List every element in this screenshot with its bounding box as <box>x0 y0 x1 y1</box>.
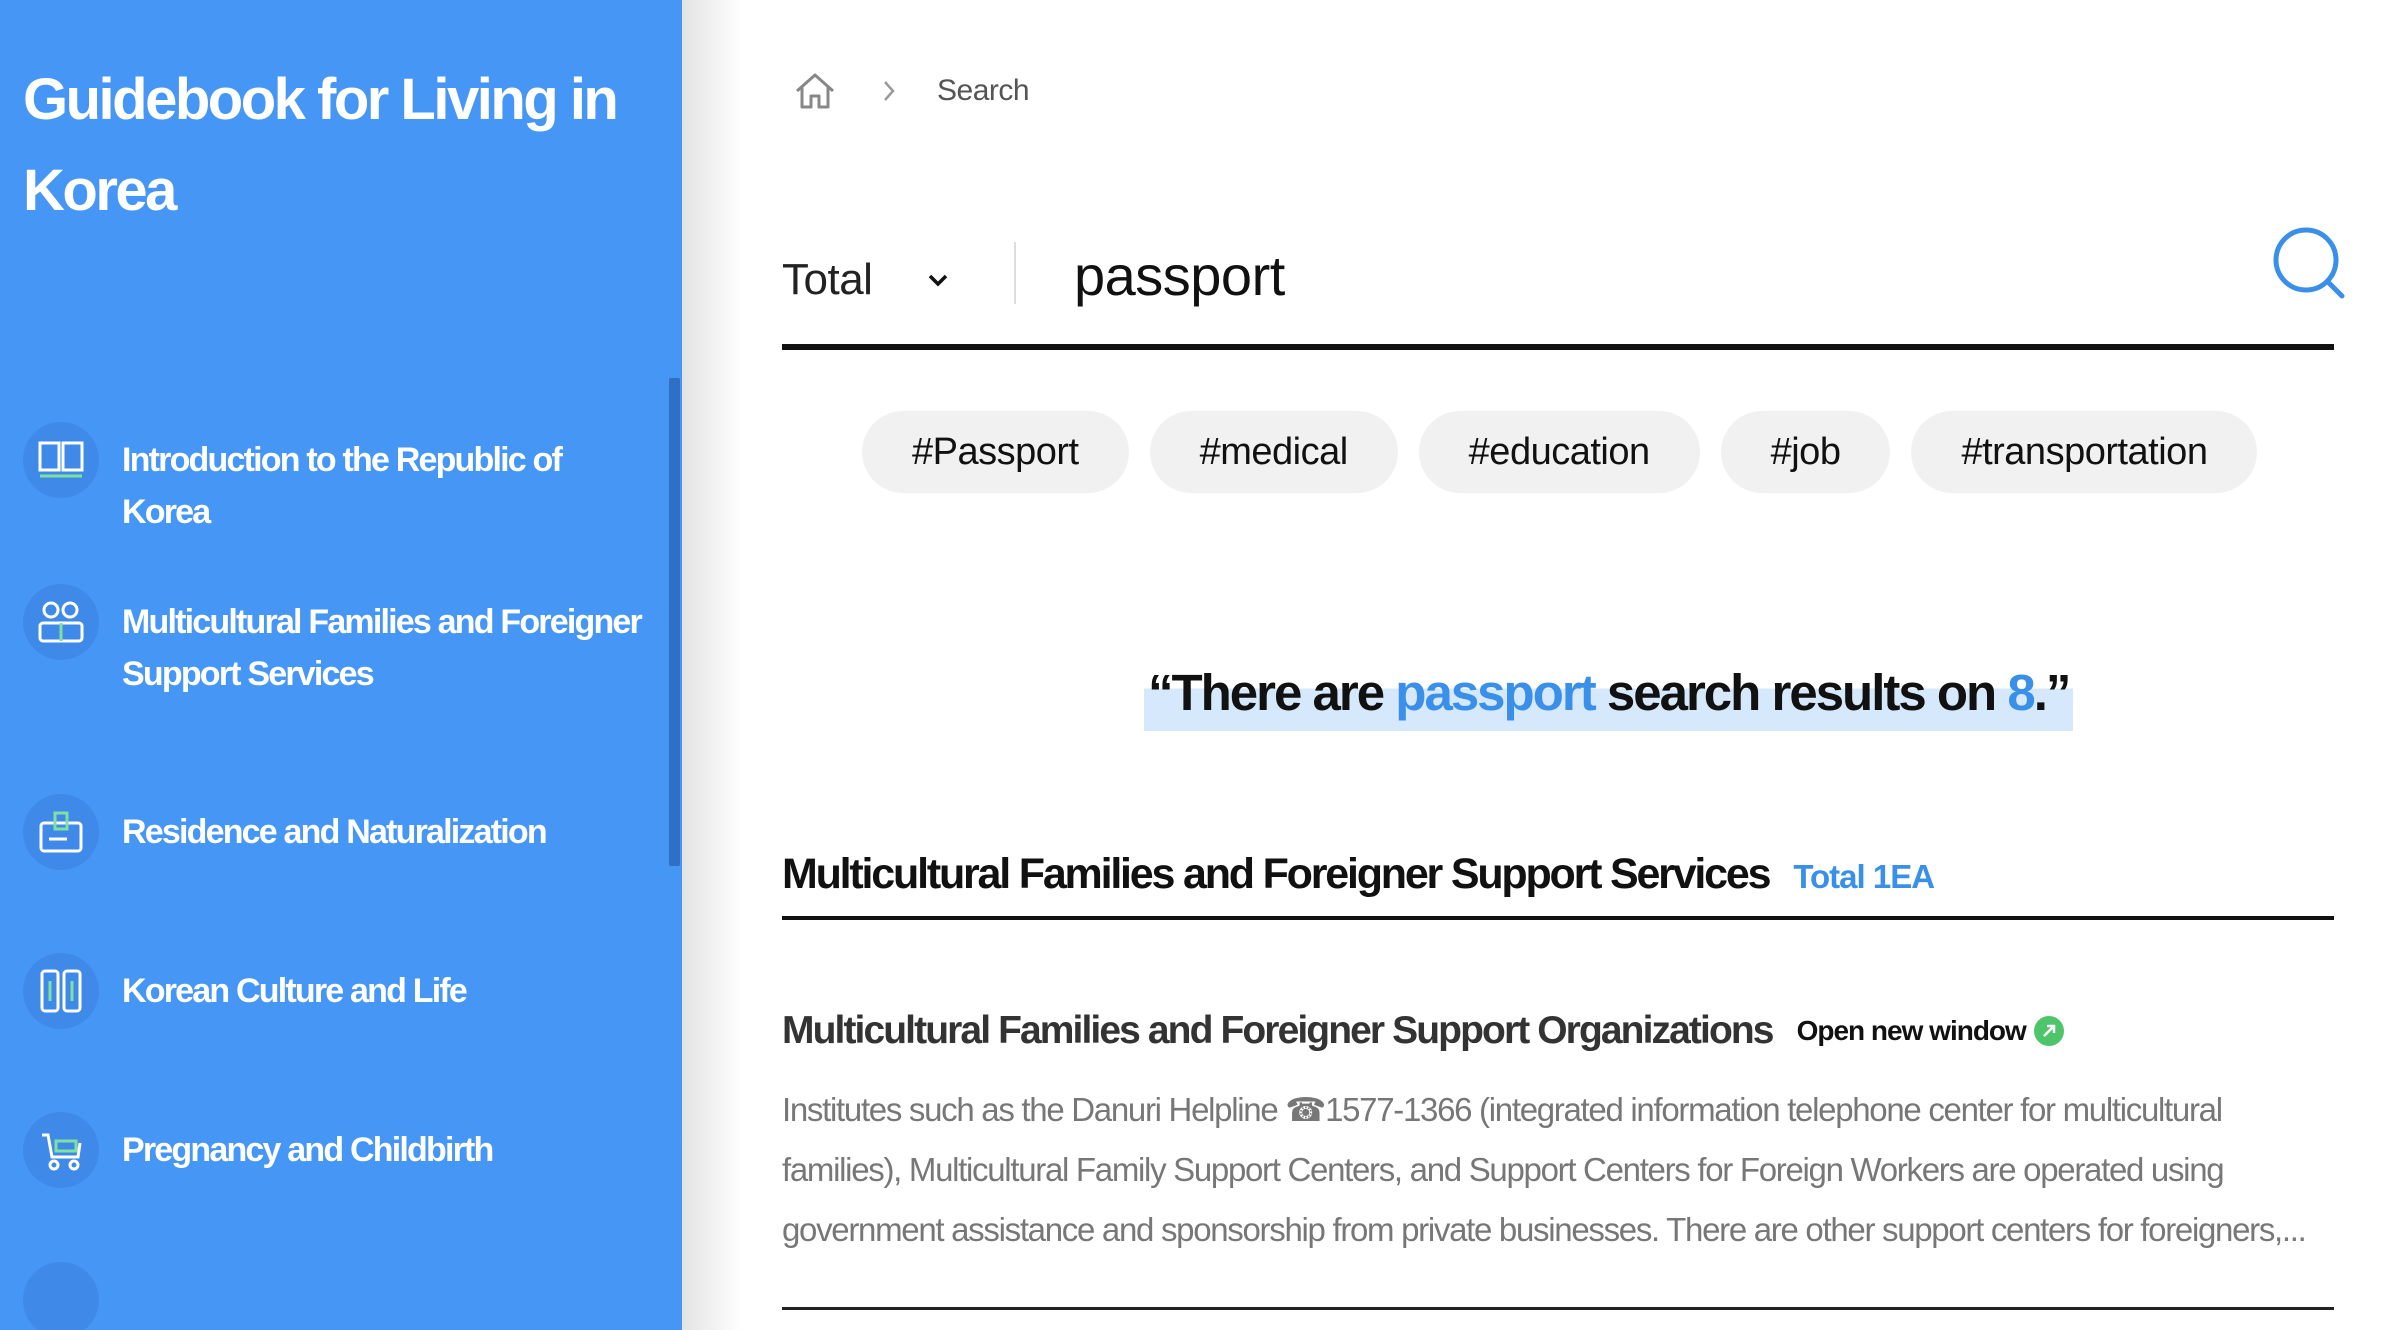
result-divider <box>782 1307 2334 1310</box>
sidebar-item-label: Korean Culture and Life <box>122 972 468 1010</box>
search-scope-value: Total <box>782 255 873 304</box>
open-new-window-link[interactable]: Open new window <box>1797 1015 2064 1047</box>
keyword-tags: #Passport #medical #education #job #tran… <box>862 411 2258 493</box>
content-shadow <box>682 0 742 1330</box>
result-title-link[interactable]: Multicultural Families and Foreigner Sup… <box>782 1009 1774 1053</box>
section-count: Total 1EA <box>1793 858 1935 895</box>
stroller-icon <box>23 1112 99 1188</box>
home-icon[interactable] <box>792 68 838 114</box>
sidebar-item-residence[interactable]: Residence and Naturalization <box>23 794 643 870</box>
tag-transportation[interactable]: #transportation <box>1911 411 2258 493</box>
result-description: Institutes such as the Danuri Helpline ☎… <box>782 1091 2307 1248</box>
sidebar-item-introduction[interactable]: Introduction to the Republic of Korea <box>23 422 643 538</box>
chevron-down-icon <box>924 266 952 294</box>
summary-suffix: .” <box>2033 664 2072 721</box>
culture-icon <box>23 953 99 1029</box>
open-new-window-label: Open new window <box>1796 1015 2027 1046</box>
sidebar-item-label: Pregnancy and Childbirth <box>122 1131 494 1169</box>
tag-education[interactable]: #education <box>1418 411 1700 493</box>
tag-medical[interactable]: #medical <box>1149 411 1398 493</box>
tag-job[interactable]: #job <box>1720 411 1891 493</box>
summary-keyword: passport <box>1395 664 1596 721</box>
summary-count: 8 <box>2007 664 2035 721</box>
breadcrumb-current: Search <box>937 74 1030 107</box>
result-title-row: Multicultural Families and Foreigner Sup… <box>782 1002 2334 1060</box>
book-icon <box>23 422 99 498</box>
sidebar-item-label: Residence and Naturalization <box>122 813 548 851</box>
tag-passport[interactable]: #Passport <box>862 411 1129 493</box>
search-divider <box>1014 242 1016 304</box>
id-card-icon <box>23 794 99 870</box>
sidebar-item-label: Multicultural Families and Foreigner Sup… <box>122 603 643 693</box>
sidebar-item-partial[interactable] <box>23 1262 99 1330</box>
sidebar-item-pregnancy[interactable]: Pregnancy and Childbirth <box>23 1112 643 1188</box>
sidebar: Guidebook for Living in Korea Introducti… <box>0 0 682 1330</box>
main-content: Search Total #Passport #medical #educati… <box>742 0 2400 1330</box>
result-item: Multicultural Families and Foreigner Sup… <box>782 1002 2334 1260</box>
search-bar: Total <box>782 210 2345 350</box>
search-input[interactable] <box>1074 240 2194 310</box>
sidebar-item-culture[interactable]: Korean Culture and Life <box>23 953 643 1029</box>
sidebar-item-multicultural[interactable]: Multicultural Families and Foreigner Sup… <box>23 584 643 700</box>
people-icon <box>23 584 99 660</box>
summary-middle: search results on <box>1594 664 2008 721</box>
breadcrumb: Search <box>792 68 1030 114</box>
sidebar-scrollbar[interactable] <box>669 378 680 866</box>
search-button[interactable] <box>2270 226 2350 306</box>
section-header: Multicultural Families and Foreigner Sup… <box>782 850 2334 920</box>
search-scope-select[interactable]: Total <box>782 250 952 310</box>
summary-prefix: “There are <box>1148 664 1396 721</box>
external-link-icon <box>2033 1016 2064 1046</box>
app-title[interactable]: Guidebook for Living in Korea <box>23 54 643 236</box>
sidebar-item-label: Introduction to the Republic of Korea <box>122 441 563 531</box>
section-title: Multicultural Families and Foreigner Sup… <box>782 850 1772 898</box>
chevron-right-icon <box>882 76 902 106</box>
search-icon <box>2270 224 2350 309</box>
result-summary: “There are passport search results on 8.… <box>1144 655 2074 731</box>
